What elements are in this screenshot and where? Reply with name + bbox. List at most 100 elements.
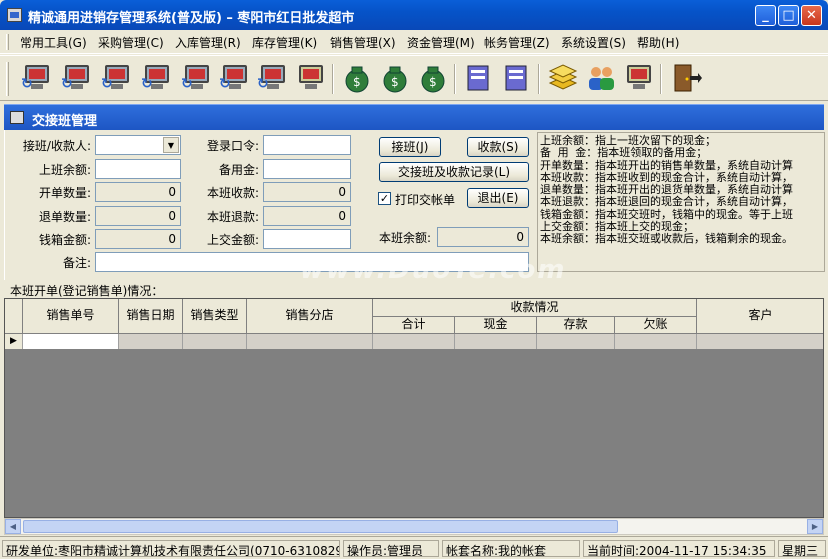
svg-text:$: $ xyxy=(391,75,399,89)
computer-icon[interactable]: ↻ xyxy=(20,61,54,95)
money-bag-icon[interactable]: $ xyxy=(378,61,412,95)
exit-button[interactable]: 退出(E) xyxy=(467,188,529,208)
status-time: 当前时间:2004-11-17 15:34:35 xyxy=(583,540,775,557)
col-store[interactable]: 销售分店 xyxy=(247,299,373,334)
panel-title: 交接班管理 xyxy=(32,114,98,129)
menu-grip[interactable] xyxy=(6,34,9,50)
col-type[interactable]: 销售类型 xyxy=(183,299,247,334)
users-icon[interactable] xyxy=(584,61,618,95)
prev-balance-label: 上班余额: xyxy=(38,163,91,177)
computer-icon[interactable]: ↻ xyxy=(218,61,252,95)
scroll-right-icon[interactable]: ▶ xyxy=(807,519,823,534)
money-bag-icon[interactable]: $ xyxy=(416,61,450,95)
money-bag-icon[interactable]: $ xyxy=(340,61,374,95)
toolbar-separator xyxy=(332,64,334,94)
chevron-down-icon[interactable]: ▼ xyxy=(163,137,179,153)
col-total[interactable]: 合计 xyxy=(373,317,455,334)
document-icon[interactable] xyxy=(500,61,534,95)
print-checkbox[interactable]: ✓ xyxy=(378,192,391,205)
svg-text:$: $ xyxy=(429,75,437,89)
horizontal-scrollbar[interactable]: ◀ ▶ xyxy=(4,518,824,535)
table-cell[interactable] xyxy=(373,334,455,349)
menu-accounts[interactable]: 帐务管理(Z) xyxy=(484,34,550,51)
table-cell[interactable] xyxy=(183,334,247,349)
toolbar-grip[interactable] xyxy=(6,62,9,96)
app-icon[interactable] xyxy=(7,8,22,22)
scroll-thumb[interactable] xyxy=(23,520,618,533)
table-cell[interactable] xyxy=(697,334,823,349)
col-deposit[interactable]: 存款 xyxy=(537,317,615,334)
menu-settings[interactable]: 系统设置(S) xyxy=(561,34,626,51)
close-button[interactable]: ✕ xyxy=(801,5,822,26)
sales-grid[interactable]: 销售单号 销售日期 销售类型 销售分店 收款情况 合计 现金 存款 欠账 客户 … xyxy=(4,298,824,518)
minimize-button[interactable]: _ xyxy=(755,5,776,26)
return-count-label: 退单数量: xyxy=(38,210,91,224)
reserve-input[interactable] xyxy=(263,159,351,179)
shift-balance-value: 0 xyxy=(437,227,529,247)
open-count-value: 0 xyxy=(95,182,181,202)
menu-common-tools[interactable]: 常用工具(G) xyxy=(20,34,87,51)
menu-purchase[interactable]: 采购管理(C) xyxy=(98,34,164,51)
section-label: 本班开单(登记销售单)情况： xyxy=(10,284,164,298)
cashier-label: 接班/收款人: xyxy=(22,139,91,153)
status-developer: 研发单位:枣阳市精诚计算机技术有限责任公司(0710-6310829) xyxy=(2,540,340,557)
computer-icon[interactable]: ↻ xyxy=(100,61,134,95)
status-weekday: 星期三 xyxy=(778,540,826,557)
computer-icon[interactable]: ↻ xyxy=(140,61,174,95)
collect-button[interactable]: 收款(S) xyxy=(467,137,529,157)
col-debt[interactable]: 欠账 xyxy=(615,317,697,334)
open-count-label: 开单数量: xyxy=(38,186,91,200)
col-cash[interactable]: 现金 xyxy=(455,317,537,334)
watermark: www.DuoTe.com xyxy=(300,255,567,285)
password-input[interactable] xyxy=(263,135,351,155)
table-cell[interactable] xyxy=(119,334,183,349)
table-cell[interactable] xyxy=(537,334,615,349)
password-label: 登录口令: xyxy=(206,139,259,153)
computer-icon[interactable]: ↻ xyxy=(60,61,94,95)
table-cell[interactable] xyxy=(455,334,537,349)
computer-icon[interactable] xyxy=(294,61,328,95)
menu-inbound[interactable]: 入库管理(R) xyxy=(175,34,241,51)
handover-label: 上交金额: xyxy=(206,233,259,247)
menu-sales[interactable]: 销售管理(X) xyxy=(330,34,396,51)
take-shift-button[interactable]: 接班(J) xyxy=(379,137,441,157)
table-cell[interactable] xyxy=(615,334,697,349)
return-count-value: 0 xyxy=(95,206,181,226)
panel-icon xyxy=(10,111,24,124)
help-info-box: 上班余额：指上一班次留下的现金； 备 用 金：指本班领取的备用金； 开单数量：指… xyxy=(537,132,825,272)
shift-refund-value: 0 xyxy=(263,206,351,226)
col-payment-group: 收款情况 xyxy=(373,299,697,317)
title-bar: 精诚通用进销存管理系统(普及版) – 枣阳市红日批发超市 _ □ ✕ xyxy=(0,0,828,30)
col-order-no[interactable]: 销售单号 xyxy=(23,299,119,334)
document-icon[interactable] xyxy=(462,61,496,95)
table-cell[interactable] xyxy=(247,334,373,349)
svg-text:$: $ xyxy=(353,75,361,89)
books-icon[interactable] xyxy=(546,61,580,95)
records-button[interactable]: 交接班及收款记录(L) xyxy=(379,162,529,182)
toolbar-separator xyxy=(454,64,456,94)
menu-funds[interactable]: 资金管理(M) xyxy=(407,34,475,51)
menu-help[interactable]: 帮助(H) xyxy=(637,34,679,51)
status-operator: 操作员:管理员 xyxy=(343,540,439,557)
grid-corner xyxy=(5,299,23,334)
status-bar: 研发单位:枣阳市精诚计算机技术有限责任公司(0710-6310829) 操作员:… xyxy=(0,536,828,559)
cashier-combo[interactable]: ▼ xyxy=(95,135,181,155)
table-cell[interactable] xyxy=(23,334,119,349)
shift-income-label: 本班收款: xyxy=(206,186,259,200)
handover-input[interactable] xyxy=(263,229,351,249)
computer-icon[interactable] xyxy=(622,61,656,95)
scroll-left-icon[interactable]: ◀ xyxy=(5,519,21,534)
maximize-button[interactable]: □ xyxy=(778,5,799,26)
toolbar-separator xyxy=(538,64,540,94)
reserve-label: 备用金: xyxy=(218,163,259,177)
prev-balance-input[interactable] xyxy=(95,159,181,179)
menu-inventory[interactable]: 库存管理(K) xyxy=(252,34,317,51)
shift-income-value: 0 xyxy=(263,182,351,202)
exit-door-icon[interactable] xyxy=(668,61,702,95)
col-customer[interactable]: 客户 xyxy=(697,299,823,334)
status-account: 帐套名称:我的帐套 xyxy=(442,540,580,557)
col-date[interactable]: 销售日期 xyxy=(119,299,183,334)
computer-icon[interactable]: ↻ xyxy=(180,61,214,95)
toolbar: ↻ ↻ ↻ ↻ ↻ ↻ ↻ $ $ $ xyxy=(0,55,828,101)
computer-icon[interactable]: ↻ xyxy=(256,61,290,95)
